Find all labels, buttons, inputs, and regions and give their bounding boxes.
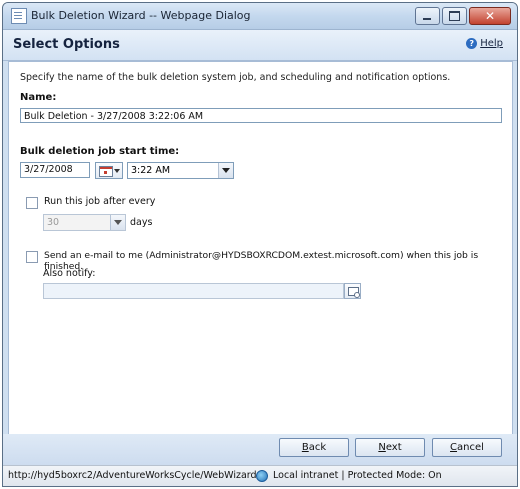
also-notify-field[interactable]: [43, 283, 344, 299]
status-bar: http://hyd5boxrc2/AdventureWorksCycle/We…: [3, 465, 517, 486]
help-label[interactable]: Help: [480, 38, 503, 49]
page-title: Select Options: [13, 37, 120, 52]
window-controls: ✕: [415, 7, 511, 25]
chevron-down-icon[interactable]: [110, 215, 125, 230]
title-bar[interactable]: Bulk Deletion Wizard -- Webpage Dialog ✕: [3, 3, 517, 30]
calendar-icon: [99, 166, 113, 177]
globe-icon: [256, 470, 268, 482]
chevron-down-icon: [114, 169, 120, 173]
lookup-icon: [348, 287, 360, 298]
security-zone[interactable]: Local intranet | Protected Mode: On: [273, 470, 442, 481]
cancel-mnemonic: C: [450, 442, 458, 453]
start-date-field[interactable]: 3/27/2008: [20, 162, 90, 178]
page-icon: [11, 8, 27, 24]
help-icon: ?: [466, 38, 478, 49]
name-field[interactable]: Bulk Deletion - 3/27/2008 3:22:06 AM: [20, 108, 502, 123]
back-button[interactable]: Back: [279, 438, 349, 457]
wizard-footer: Back Next Cancel: [3, 434, 517, 465]
cancel-button[interactable]: Cancel: [432, 438, 502, 457]
status-url: http://hyd5boxrc2/AdventureWorksCycle/We…: [8, 470, 260, 481]
cancel-label-rest: ancel: [457, 442, 484, 453]
interval-unit-label: days: [130, 217, 153, 228]
run-every-checkbox[interactable]: [26, 197, 38, 209]
start-time-value: 3:22 AM: [131, 165, 171, 176]
lookup-button[interactable]: [344, 283, 361, 299]
chevron-down-icon[interactable]: [218, 163, 233, 178]
email-label: Send an e-mail to me (Administrator@HYDS…: [44, 250, 479, 272]
back-label-rest: ack: [308, 442, 327, 453]
close-button[interactable]: ✕: [469, 7, 511, 25]
description-text: Specify the name of the bulk deletion sy…: [20, 72, 451, 83]
interval-select[interactable]: 30: [43, 214, 126, 231]
start-time-label: Bulk deletion job start time:: [20, 146, 180, 157]
next-mnemonic: N: [378, 442, 386, 453]
minimize-button[interactable]: [415, 7, 440, 25]
next-button[interactable]: Next: [355, 438, 425, 457]
next-label-rest: ext: [385, 442, 402, 453]
calendar-button[interactable]: [95, 162, 123, 179]
name-label: Name:: [20, 92, 57, 103]
run-every-label: Run this job after every: [44, 196, 156, 207]
interval-value: 30: [47, 217, 60, 228]
email-checkbox[interactable]: [26, 251, 38, 263]
help-link[interactable]: ? Help: [466, 38, 503, 49]
back-mnemonic: B: [301, 442, 309, 453]
window-title: Bulk Deletion Wizard -- Webpage Dialog: [31, 9, 251, 22]
page-header: Select Options ? Help: [3, 30, 517, 61]
start-time-select[interactable]: 3:22 AM: [127, 162, 234, 179]
options-panel: Specify the name of the bulk deletion sy…: [8, 61, 513, 435]
also-notify-label: Also notify:: [43, 268, 96, 279]
maximize-button[interactable]: [442, 7, 467, 25]
dialog-window: Bulk Deletion Wizard -- Webpage Dialog ✕…: [2, 2, 518, 487]
